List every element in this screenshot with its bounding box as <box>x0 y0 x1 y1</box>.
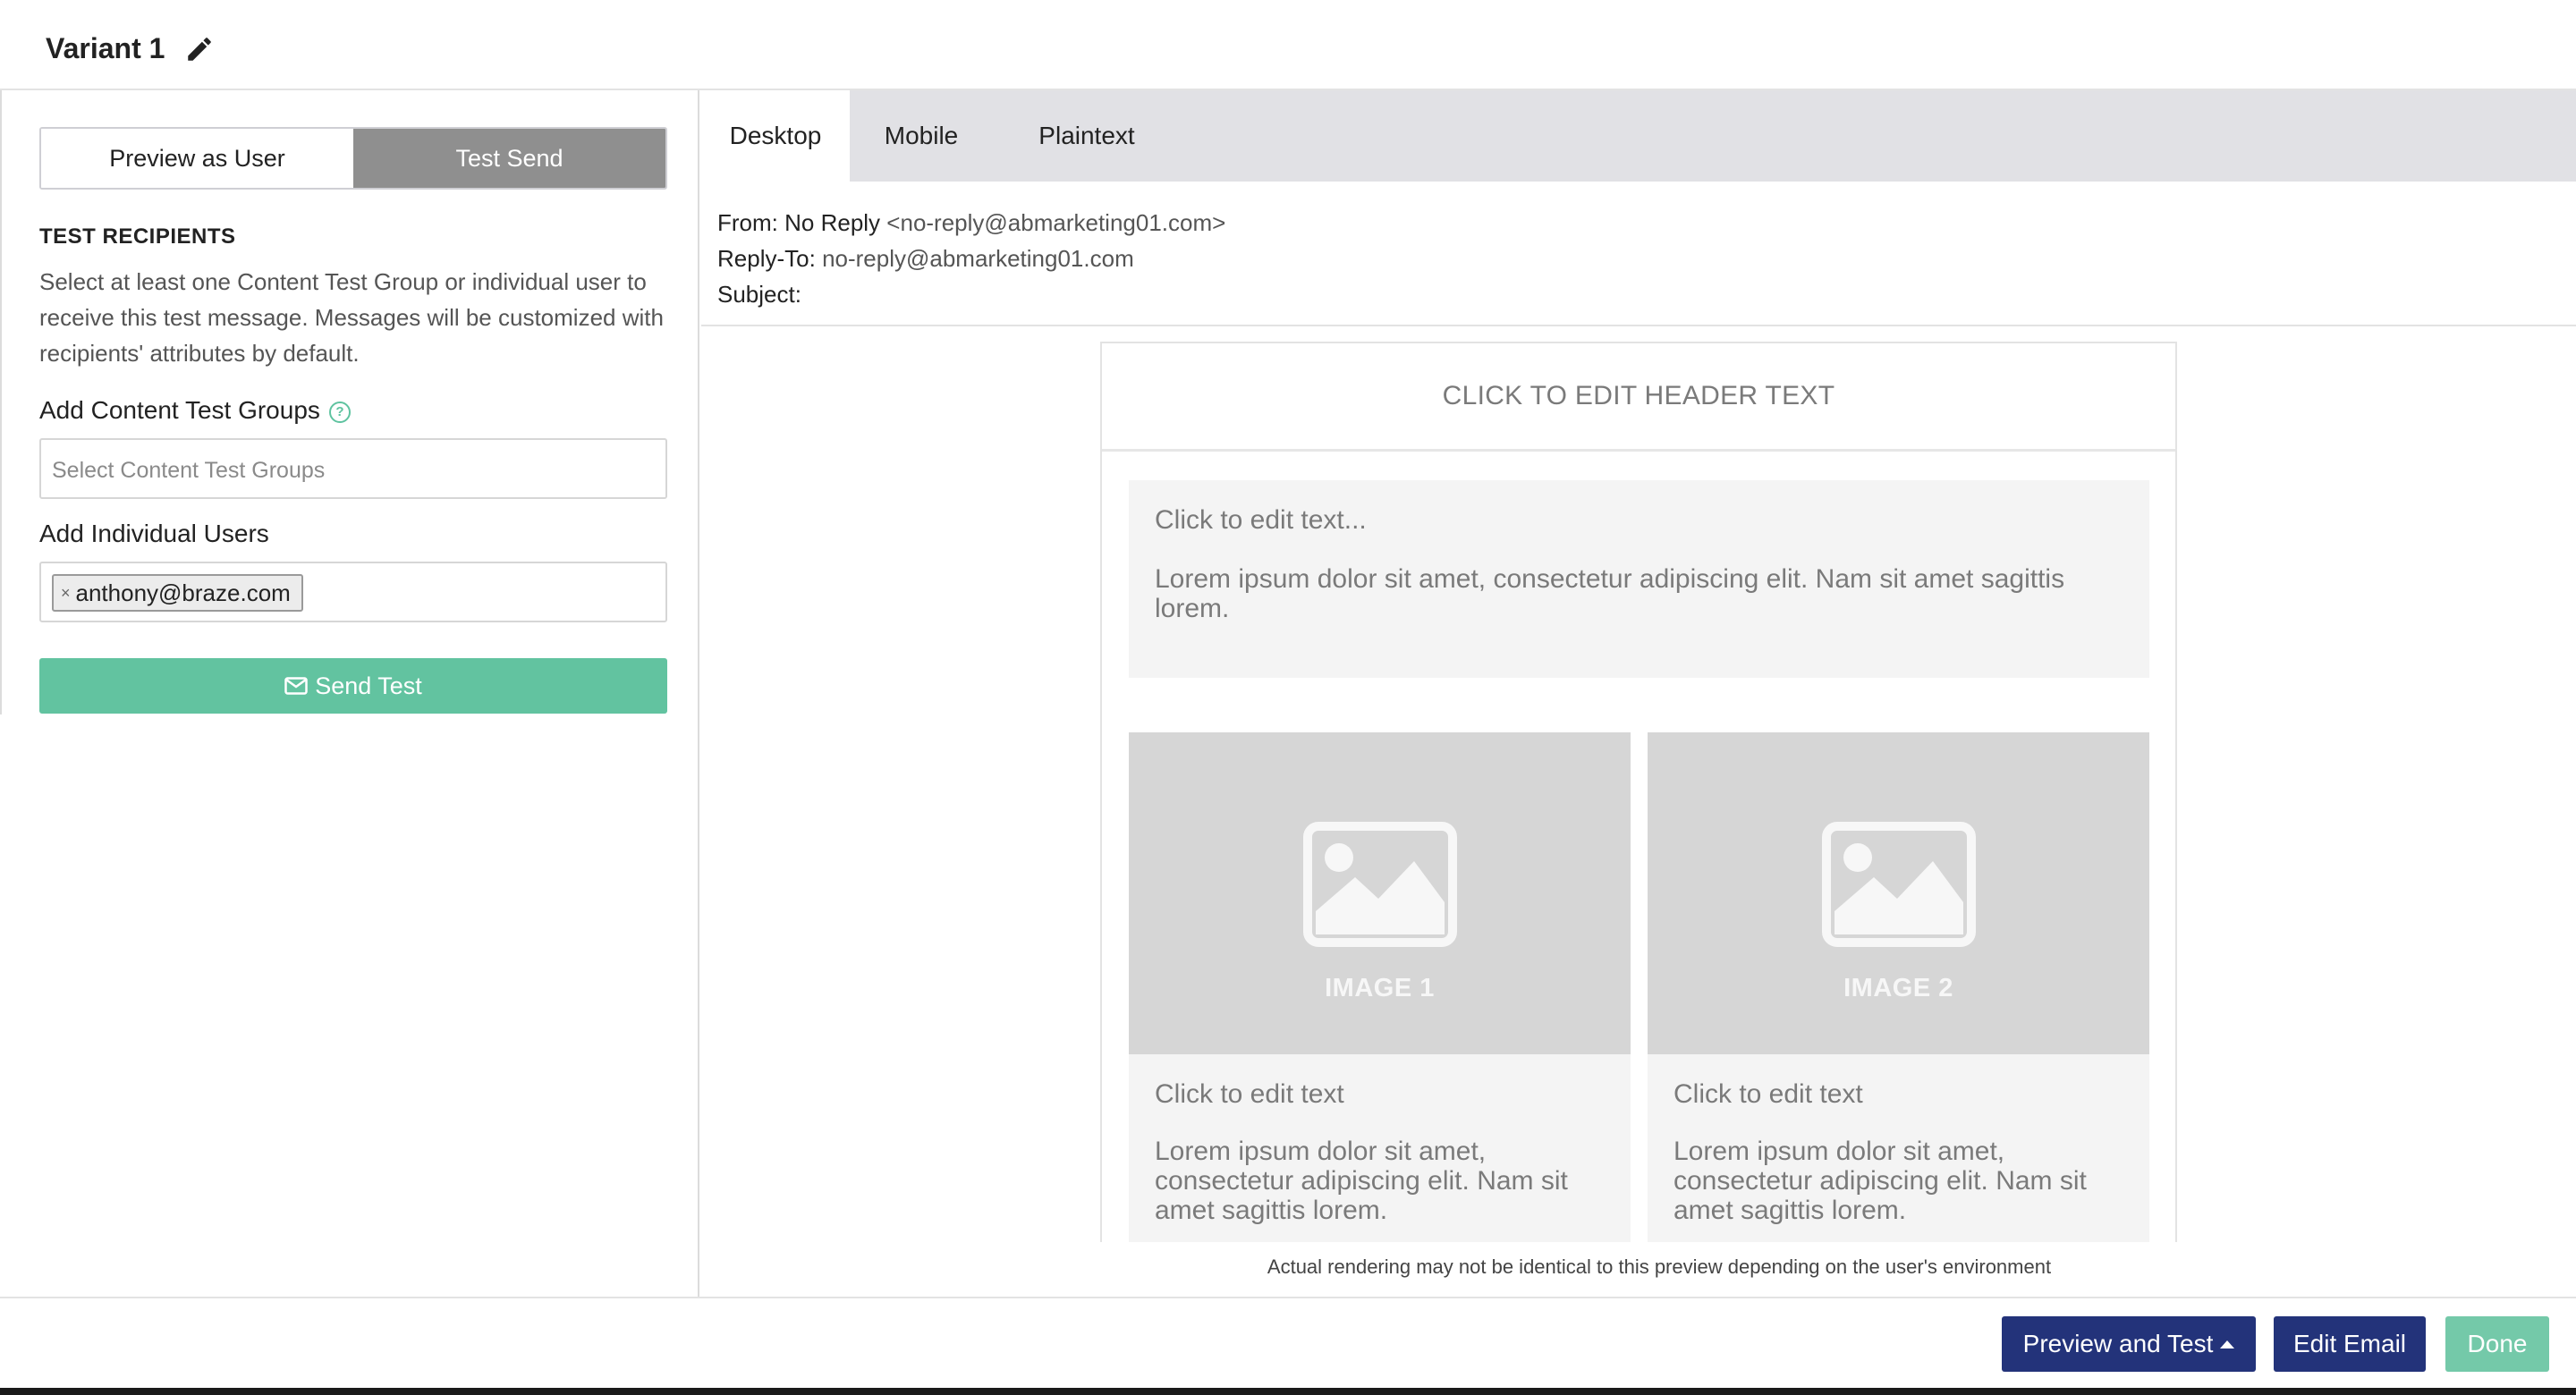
tab-plaintext[interactable]: Plaintext <box>993 90 1181 182</box>
reply-to-value: no-reply@abmarketing01.com <box>822 245 1134 272</box>
text-block-body: Lorem ipsum dolor sit amet, consectetur … <box>1155 564 2065 623</box>
email-header-text[interactable]: CLICK TO EDIT HEADER TEXT <box>1102 343 2175 452</box>
window-bottom-edge <box>0 1388 2576 1395</box>
text-block-title: Click to edit text... <box>1155 505 1367 535</box>
rendering-disclaimer: Actual rendering may not be identical to… <box>1267 1256 2052 1278</box>
content-test-groups-label: Add Content Test Groups? <box>39 396 351 425</box>
content-test-groups-label-text: Add Content Test Groups <box>39 396 320 424</box>
preview-tabs: Desktop Mobile Plaintext <box>701 90 2576 182</box>
content-test-groups-placeholder: Select Content Test Groups <box>52 458 326 483</box>
from-row: From: No Reply <no-reply@abmarketing01.c… <box>717 205 1225 241</box>
from-address: <no-reply@abmarketing01.com> <box>886 209 1226 236</box>
test-recipients-description: Select at least one Content Test Group o… <box>39 268 664 367</box>
reply-to-label: Reply-To: <box>717 245 816 272</box>
email-text-block[interactable]: Click to edit text... Lorem ipsum dolor … <box>1129 480 2149 678</box>
remove-user-icon[interactable]: × <box>61 584 71 603</box>
help-icon[interactable]: ? <box>328 401 351 423</box>
column-text-1: Click to edit text Lorem ipsum dolor sit… <box>1155 1079 1611 1225</box>
column-text-2: Click to edit text Lorem ipsum dolor sit… <box>1674 1079 2130 1225</box>
preview-mode-toggle: Preview as User Test Send <box>39 127 667 190</box>
preview-and-test-label: Preview and Test <box>2022 1330 2214 1357</box>
user-chip-email: anthony@braze.com <box>75 579 291 606</box>
subject-label: Subject: <box>717 281 801 308</box>
image-icon <box>1303 822 1457 947</box>
column-body-1: Lorem ipsum dolor sit amet, consectetur … <box>1155 1137 1568 1225</box>
individual-users-input[interactable]: × anthony@braze.com <box>39 562 667 622</box>
reply-to-row: Reply-To: no-reply@abmarketing01.com <box>717 241 1225 276</box>
caret-up-icon <box>2220 1340 2235 1348</box>
send-test-button[interactable]: Send Test <box>39 658 667 714</box>
variant-title: Variant 1 <box>46 32 165 64</box>
subject-row: Subject: <box>717 276 1225 312</box>
image-icon <box>1822 822 1976 947</box>
divider <box>701 325 2576 326</box>
email-headers: From: No Reply <no-reply@abmarketing01.c… <box>717 205 1225 312</box>
email-preview-panel: Desktop Mobile Plaintext From: No Reply … <box>701 90 2576 1297</box>
image-placeholder-1: IMAGE 1 <box>1129 732 1631 1054</box>
email-column-2[interactable]: IMAGE 2 Click to edit text Lorem ipsum d… <box>1648 732 2149 1242</box>
preview-as-user-button[interactable]: Preview as User <box>41 129 353 188</box>
column-title-1: Click to edit text <box>1155 1079 1344 1109</box>
test-send-form: Preview as User Test Send TEST RECIPIENT… <box>0 90 698 714</box>
individual-users-label: Add Individual Users <box>39 520 269 547</box>
test-send-button[interactable]: Test Send <box>353 129 665 188</box>
from-name: No Reply <box>784 209 881 236</box>
column-title-2: Click to edit text <box>1674 1079 1863 1109</box>
tab-mobile[interactable]: Mobile <box>850 90 993 182</box>
column-body-2: Lorem ipsum dolor sit amet, consectetur … <box>1674 1137 2087 1225</box>
title-bar: Variant 1 <box>0 0 2576 90</box>
modal-footer: Preview and Test Edit Email Done <box>0 1297 2576 1388</box>
from-label: From: <box>717 209 778 236</box>
image-label-2: IMAGE 2 <box>1843 974 1953 1002</box>
tab-desktop[interactable]: Desktop <box>701 90 850 182</box>
pencil-icon[interactable] <box>184 34 215 64</box>
content-test-groups-select[interactable]: Select Content Test Groups <box>39 438 667 499</box>
email-body-preview: CLICK TO EDIT HEADER TEXT Click to edit … <box>1100 342 2177 1242</box>
email-column-1[interactable]: IMAGE 1 Click to edit text Lorem ipsum d… <box>1129 732 1631 1242</box>
edit-email-button[interactable]: Edit Email <box>2274 1316 2426 1372</box>
preview-and-test-button[interactable]: Preview and Test <box>2002 1316 2256 1372</box>
done-button[interactable]: Done <box>2445 1316 2549 1372</box>
test-send-panel: Preview as User Test Send TEST RECIPIENT… <box>0 90 699 1297</box>
preview-and-test-modal: Variant 1 Preview as User Test Send TEST… <box>0 0 2576 1388</box>
send-test-label: Send Test <box>315 672 422 699</box>
image-placeholder-2: IMAGE 2 <box>1648 732 2149 1054</box>
user-chip: × anthony@braze.com <box>52 574 303 612</box>
image-label-1: IMAGE 1 <box>1325 974 1435 1002</box>
test-recipients-heading: TEST RECIPIENTS <box>39 224 236 249</box>
envelope-icon <box>284 677 308 695</box>
